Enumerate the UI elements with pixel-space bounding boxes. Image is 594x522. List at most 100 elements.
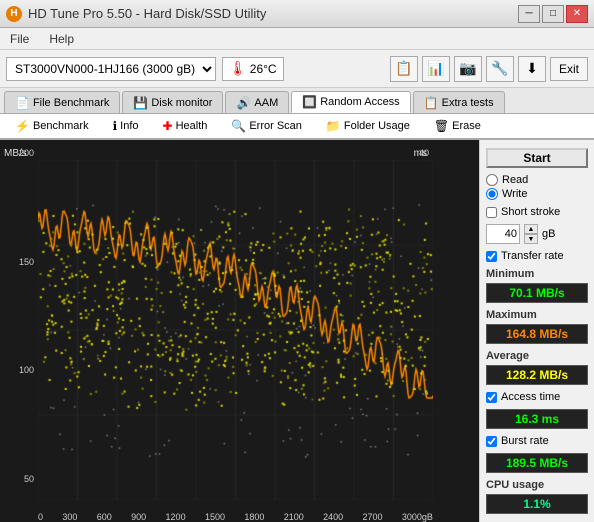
tab-aam[interactable]: 🔊 AAM: [225, 91, 289, 113]
tab-benchmark[interactable]: ⚡ Benchmark: [4, 114, 100, 138]
burst-rate-label: Burst rate: [501, 435, 549, 447]
read-write-radio-group: Read Write: [486, 174, 588, 200]
x-600: 600: [97, 512, 112, 522]
tab-error-scan[interactable]: 🔍 Error Scan: [220, 114, 313, 138]
tab-extra-tests-label: Extra tests: [442, 97, 494, 109]
burst-rate-checkbox-item[interactable]: Burst rate: [486, 435, 588, 447]
read-radio-item[interactable]: Read: [486, 174, 588, 186]
write-label: Write: [502, 188, 527, 200]
y-right-40: 40: [419, 148, 429, 158]
toolbar-icons: 📋 📊 📷 🔧 ⬇ Exit: [390, 56, 588, 82]
info-icon: ℹ: [113, 119, 118, 133]
spin-up-button[interactable]: ▲: [524, 224, 538, 234]
maximum-section: Maximum 164.8 MB/s: [486, 309, 588, 344]
read-radio[interactable]: [486, 174, 498, 186]
health-icon: ✚: [163, 119, 173, 133]
tab-file-benchmark[interactable]: 📄 File Benchmark: [4, 91, 120, 113]
erase-icon: 🗑: [434, 119, 449, 133]
menu-bar: File Help: [0, 28, 594, 50]
minimum-value: 70.1 MB/s: [486, 283, 588, 303]
tab-disk-monitor[interactable]: 💾 Disk monitor: [122, 91, 223, 113]
thermometer-icon: 🌡: [229, 60, 247, 77]
error-scan-icon: 🔍: [231, 119, 246, 133]
average-value: 128.2 MB/s: [486, 365, 588, 385]
minimize-button[interactable]: ─: [518, 5, 540, 23]
start-button[interactable]: Start: [486, 148, 588, 168]
write-radio[interactable]: [486, 188, 498, 200]
toolbar-icon-5[interactable]: ⬇: [518, 56, 546, 82]
toolbar: ST3000VN000-1HJ166 (3000 gB) 🌡 26°C 📋 📊 …: [0, 50, 594, 88]
short-stroke-checkbox[interactable]: [486, 207, 497, 218]
disk-monitor-icon: 💾: [133, 96, 148, 110]
tab-random-access[interactable]: 🔲 Random Access: [291, 91, 410, 113]
short-stroke-label: Short stroke: [501, 206, 560, 218]
y-left-200: 200: [19, 148, 34, 158]
tab-health[interactable]: ✚ Health: [152, 114, 219, 138]
access-time-value: 16.3 ms: [486, 409, 588, 429]
tab-info[interactable]: ℹ Info: [102, 114, 150, 138]
tab-erase-label: Erase: [452, 120, 481, 132]
x-300: 300: [62, 512, 77, 522]
read-label: Read: [502, 174, 528, 186]
toolbar-icon-3[interactable]: 📷: [454, 56, 482, 82]
short-stroke-checkbox-item[interactable]: Short stroke: [486, 206, 588, 218]
transfer-rate-checkbox[interactable]: [486, 251, 497, 262]
x-1200: 1200: [166, 512, 186, 522]
x-1500: 1500: [205, 512, 225, 522]
tab-error-scan-label: Error Scan: [249, 120, 302, 132]
maximize-button[interactable]: □: [542, 5, 564, 23]
x-axis: 0 300 600 900 1200 1500 1800 2100 2400 2…: [38, 508, 433, 522]
tab-benchmark-label: Benchmark: [33, 120, 89, 132]
x-900: 900: [131, 512, 146, 522]
x-2400: 2400: [323, 512, 343, 522]
chart-area: MB/s ms 200 150 100 50 40 30 20 10 0 300…: [0, 140, 479, 522]
aam-icon: 🔊: [236, 96, 251, 110]
cpu-section: CPU usage 1.1%: [486, 479, 588, 514]
extra-tests-icon: 📋: [424, 96, 439, 110]
benchmark-icon: ⚡: [15, 119, 30, 133]
menu-file[interactable]: File: [6, 31, 33, 47]
window-controls: ─ □ ✕: [518, 5, 588, 23]
drive-select[interactable]: ST3000VN000-1HJ166 (3000 gB): [6, 57, 216, 81]
toolbar-icon-2[interactable]: 📊: [422, 56, 450, 82]
window-title: HD Tune Pro 5.50 - Hard Disk/SSD Utility: [28, 6, 266, 21]
average-label: Average: [486, 350, 588, 362]
short-stroke-spinner: ▲ ▼: [524, 224, 538, 244]
burst-rate-checkbox[interactable]: [486, 436, 497, 447]
access-time-label: Access time: [501, 391, 560, 403]
access-time-checkbox-item[interactable]: Access time: [486, 391, 588, 403]
menu-help[interactable]: Help: [45, 31, 78, 47]
spin-down-button[interactable]: ▼: [524, 234, 538, 244]
file-benchmark-icon: 📄: [15, 96, 30, 110]
tab-health-label: Health: [176, 120, 208, 132]
maximum-label: Maximum: [486, 309, 588, 321]
cpu-value: 1.1%: [486, 494, 588, 514]
access-time-checkbox[interactable]: [486, 392, 497, 403]
short-stroke-input[interactable]: [486, 224, 520, 244]
y-left-50: 50: [24, 474, 34, 484]
y-left-150: 150: [19, 257, 34, 267]
exit-button[interactable]: Exit: [550, 57, 588, 81]
temperature-value: 26°C: [250, 62, 277, 76]
maximum-value: 164.8 MB/s: [486, 324, 588, 344]
random-access-icon: 🔲: [302, 95, 317, 109]
x-0: 0: [38, 512, 43, 522]
burst-rate-value: 189.5 MB/s: [486, 453, 588, 473]
tab-disk-monitor-label: Disk monitor: [151, 97, 212, 109]
tab-folder-usage[interactable]: 📁 Folder Usage: [315, 114, 421, 138]
tab-extra-tests[interactable]: 📋 Extra tests: [413, 91, 505, 113]
x-3000: 3000gB: [402, 512, 433, 522]
close-button[interactable]: ✕: [566, 5, 588, 23]
tab-erase[interactable]: 🗑 Erase: [423, 114, 492, 138]
benchmark-chart: [38, 160, 433, 500]
x-2700: 2700: [363, 512, 383, 522]
y-axis-left: 200 150 100 50: [0, 140, 38, 492]
transfer-rate-checkbox-item[interactable]: Transfer rate: [486, 250, 588, 262]
tab-file-benchmark-label: File Benchmark: [33, 97, 109, 109]
toolbar-icon-4[interactable]: 🔧: [486, 56, 514, 82]
cpu-label: CPU usage: [486, 479, 588, 491]
write-radio-item[interactable]: Write: [486, 188, 588, 200]
right-panel: Start Read Write Short stroke ▲ ▼ gB: [479, 140, 594, 522]
toolbar-icon-1[interactable]: 📋: [390, 56, 418, 82]
title-bar: H HD Tune Pro 5.50 - Hard Disk/SSD Utili…: [0, 0, 594, 28]
